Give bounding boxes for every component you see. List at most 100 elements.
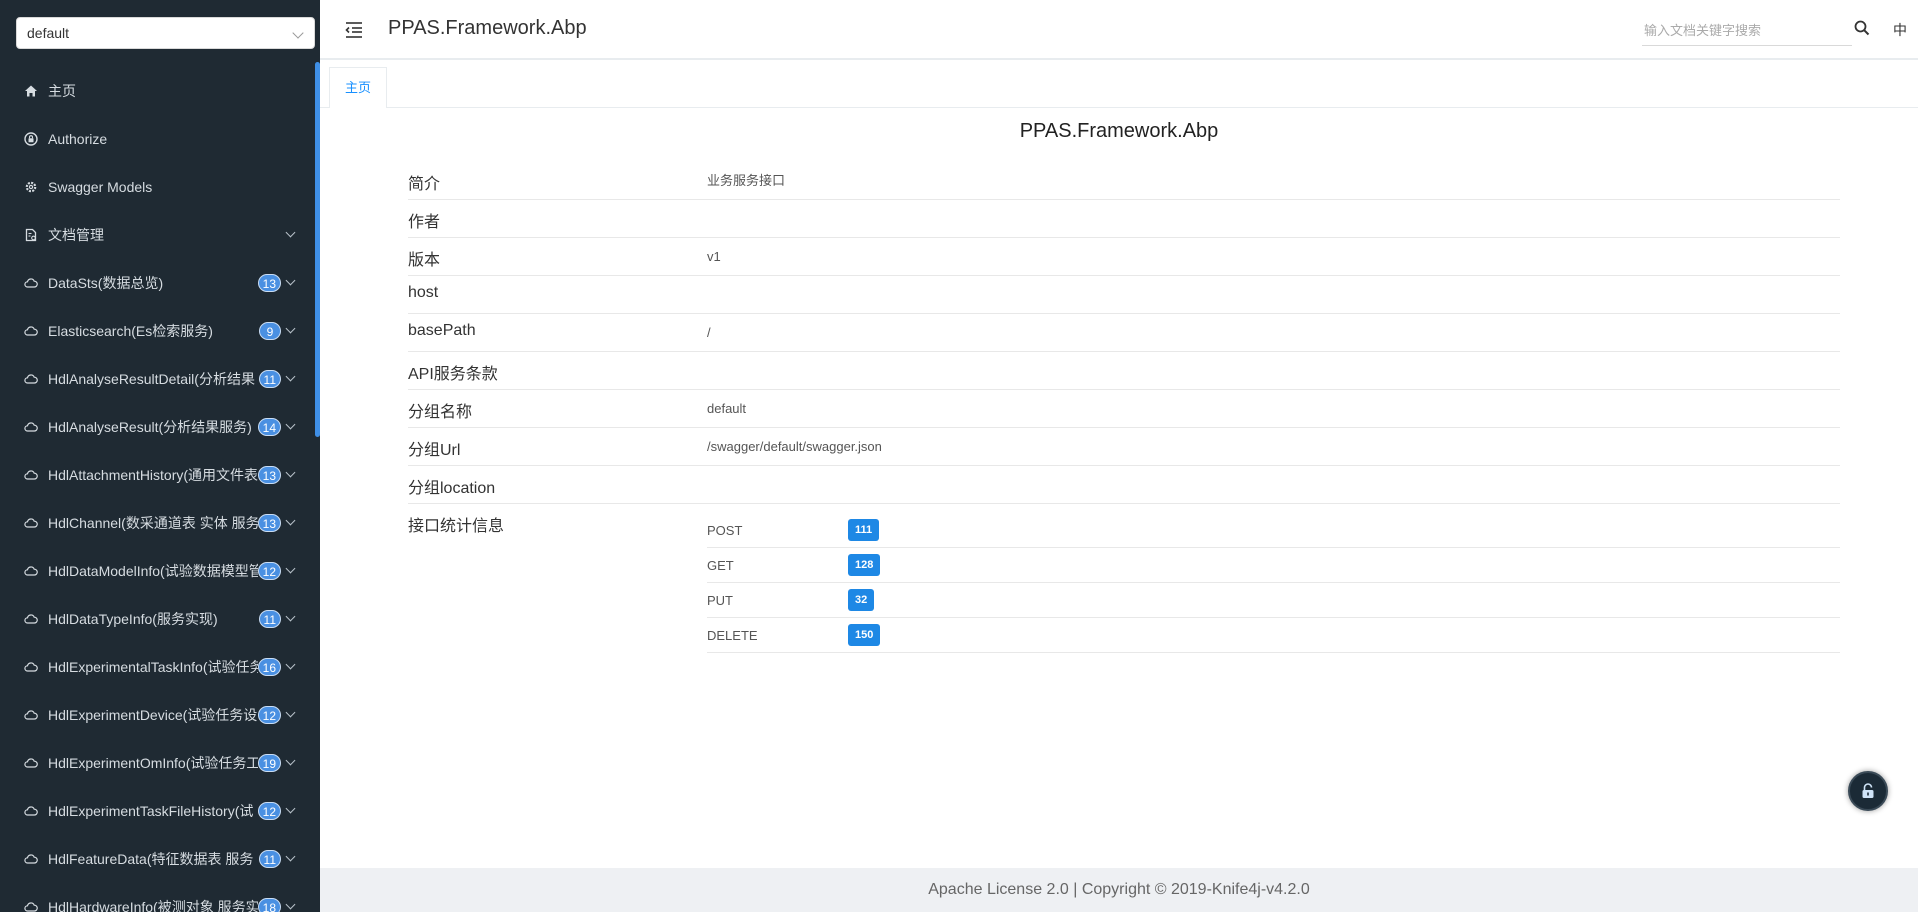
doc-info-table: 简介 业务服务接口 作者 版本 v1 host basePath / API服务… [408, 158, 1840, 653]
info-key: 分组Url [408, 442, 461, 459]
count-badge: 16 [257, 658, 281, 676]
cloud-icon [24, 468, 38, 482]
count-badge: 12 [257, 802, 281, 820]
sidebar-item[interactable]: 主页 [0, 67, 320, 115]
sidebar-item[interactable]: DataSts(数据总览) 13 [0, 259, 320, 307]
info-value: / [707, 325, 711, 340]
search-icon[interactable] [1853, 19, 1871, 37]
sidebar-item[interactable]: HdlDataModelInfo(试验数据模型管 12 [0, 547, 320, 595]
sidebar-item[interactable]: HdlAnalyseResult(分析结果服务) 14 [0, 403, 320, 451]
floating-lock-button[interactable] [1848, 771, 1888, 811]
sidebar-item[interactable]: 文档管理 [0, 211, 320, 259]
info-row-basepath: basePath / [408, 314, 1840, 352]
chevron-down-icon [292, 27, 304, 39]
cloud-icon [24, 276, 38, 290]
sidebar-item-label: DataSts(数据总览) [48, 275, 164, 291]
chevron-down-icon [285, 563, 296, 574]
sidebar-item[interactable]: HdlFeatureData(特征数据表 服务 11 [0, 835, 320, 883]
doc-search-input[interactable] [1642, 16, 1852, 46]
language-switch[interactable]: 中 [1893, 20, 1907, 40]
sidebar-item[interactable]: HdlExperimentDevice(试验任务设 12 [0, 691, 320, 739]
info-key: 分组名称 [408, 404, 473, 421]
lock-icon [24, 132, 38, 146]
cloud-icon [24, 708, 38, 722]
sidebar-item[interactable]: HdlExperimentTaskFileHistory(试 12 [0, 787, 320, 835]
sidebar-item-label: 主页 [48, 83, 76, 99]
chevron-down-icon [285, 323, 296, 334]
cloud-icon [24, 564, 38, 578]
info-row-host: host [408, 276, 1840, 314]
stat-count-badge: 111 [848, 519, 880, 541]
count-badge: 19 [257, 754, 281, 772]
count-badge: 11 [258, 610, 281, 628]
header: PPAS.Framework.Abp 中 [320, 0, 1918, 60]
count-badge: 11 [258, 370, 281, 388]
chevron-down-icon [285, 659, 296, 670]
chevron-down-icon [285, 419, 296, 430]
sidebar-item-label: Elasticsearch(Es检索服务) [48, 323, 213, 339]
info-key: 接口统计信息 [408, 518, 505, 535]
chevron-down-icon [285, 467, 296, 478]
count-badge: 9 [259, 322, 281, 340]
sidebar-item[interactable]: HdlAnalyseResultDetail(分析结果 11 [0, 355, 320, 403]
info-value [707, 276, 1840, 313]
chevron-down-icon [285, 707, 296, 718]
menu-collapse-icon[interactable] [344, 20, 364, 40]
info-value: 业务服务接口 [707, 173, 786, 188]
sidebar-item[interactable]: HdlHardwareInfo(被测对象 服务实 18 [0, 883, 320, 912]
stat-row-get: GET 128 [707, 548, 1840, 583]
sidebar-item[interactable]: Swagger Models [0, 163, 320, 211]
sidebar-item[interactable]: HdlAttachmentHistory(通用文件表 13 [0, 451, 320, 499]
info-row-version: 版本 v1 [408, 238, 1840, 276]
cloud-icon [24, 372, 38, 386]
chevron-down-icon [285, 275, 296, 286]
info-key: 作者 [408, 214, 441, 231]
stat-method: GET [707, 557, 734, 573]
info-value [707, 352, 1840, 389]
info-key: API服务条款 [408, 366, 498, 383]
chevron-down-icon [285, 755, 296, 766]
chevron-down-icon [285, 515, 296, 526]
info-row-stats: 接口统计信息 POST 111 GET 128 PUT 32 DELETE 15… [408, 504, 1840, 653]
info-value: /swagger/default/swagger.json [707, 439, 882, 454]
chevron-down-icon [285, 803, 296, 814]
document-icon [24, 228, 38, 242]
sidebar-item-label: HdlExperimentOmInfo(试验任务工 [48, 755, 258, 771]
home-icon [24, 84, 38, 98]
cloud-icon [24, 852, 38, 866]
sidebar-item[interactable]: HdlExperimentOmInfo(试验任务工 19 [0, 739, 320, 787]
sidebar-item[interactable]: Elasticsearch(Es检索服务) 9 [0, 307, 320, 355]
sidebar-item-label: HdlAnalyseResult(分析结果服务) [48, 419, 252, 435]
sidebar-item[interactable]: Authorize [0, 115, 320, 163]
sidebar-item[interactable]: HdlChannel(数采通道表 实体 服务 13 [0, 499, 320, 547]
info-key: host [408, 284, 439, 301]
sidebar-item-label: HdlExperimentDevice(试验任务设 [48, 707, 258, 723]
info-row-group-location: 分组location [408, 466, 1840, 504]
app-title: PPAS.Framework.Abp [388, 17, 587, 39]
chevron-down-icon [285, 899, 296, 910]
cloud-icon [24, 324, 38, 338]
stat-count-badge: 150 [848, 624, 881, 646]
info-value: default [707, 401, 747, 416]
cloud-icon [24, 612, 38, 626]
cloud-icon [24, 420, 38, 434]
info-row-group-url: 分组Url /swagger/default/swagger.json [408, 428, 1840, 466]
stat-count-badge: 32 [848, 589, 875, 611]
group-select[interactable]: default [16, 17, 315, 49]
sidebar-item-label: HdlExperimentTaskFileHistory(试 [48, 803, 254, 819]
sidebar-item[interactable]: HdlExperimentalTaskInfo(试验任务 16 [0, 643, 320, 691]
gear-icon [24, 180, 38, 194]
sidebar-item-label: 文档管理 [48, 227, 104, 243]
info-value: v1 [707, 249, 721, 264]
info-row-author: 作者 [408, 200, 1840, 238]
stat-row-post: POST 111 [707, 513, 1840, 548]
tab-home[interactable]: 主页 [329, 67, 387, 108]
group-select-value: default [27, 25, 70, 41]
sidebar-menu: 主页 Authorize Swagger Models 文档管理 DataSts(数据总… [0, 67, 320, 912]
sidebar-item-label: HdlExperimentalTaskInfo(试验任务 [48, 659, 258, 675]
sidebar-item[interactable]: HdlDataTypeInfo(服务实现) 11 [0, 595, 320, 643]
stat-row-put: PUT 32 [707, 583, 1840, 618]
chevron-down-icon [285, 227, 296, 238]
main-content: PPAS.Framework.Abp 简介 业务服务接口 作者 版本 v1 ho… [320, 108, 1918, 868]
sidebar-item-label: Authorize [48, 131, 108, 147]
